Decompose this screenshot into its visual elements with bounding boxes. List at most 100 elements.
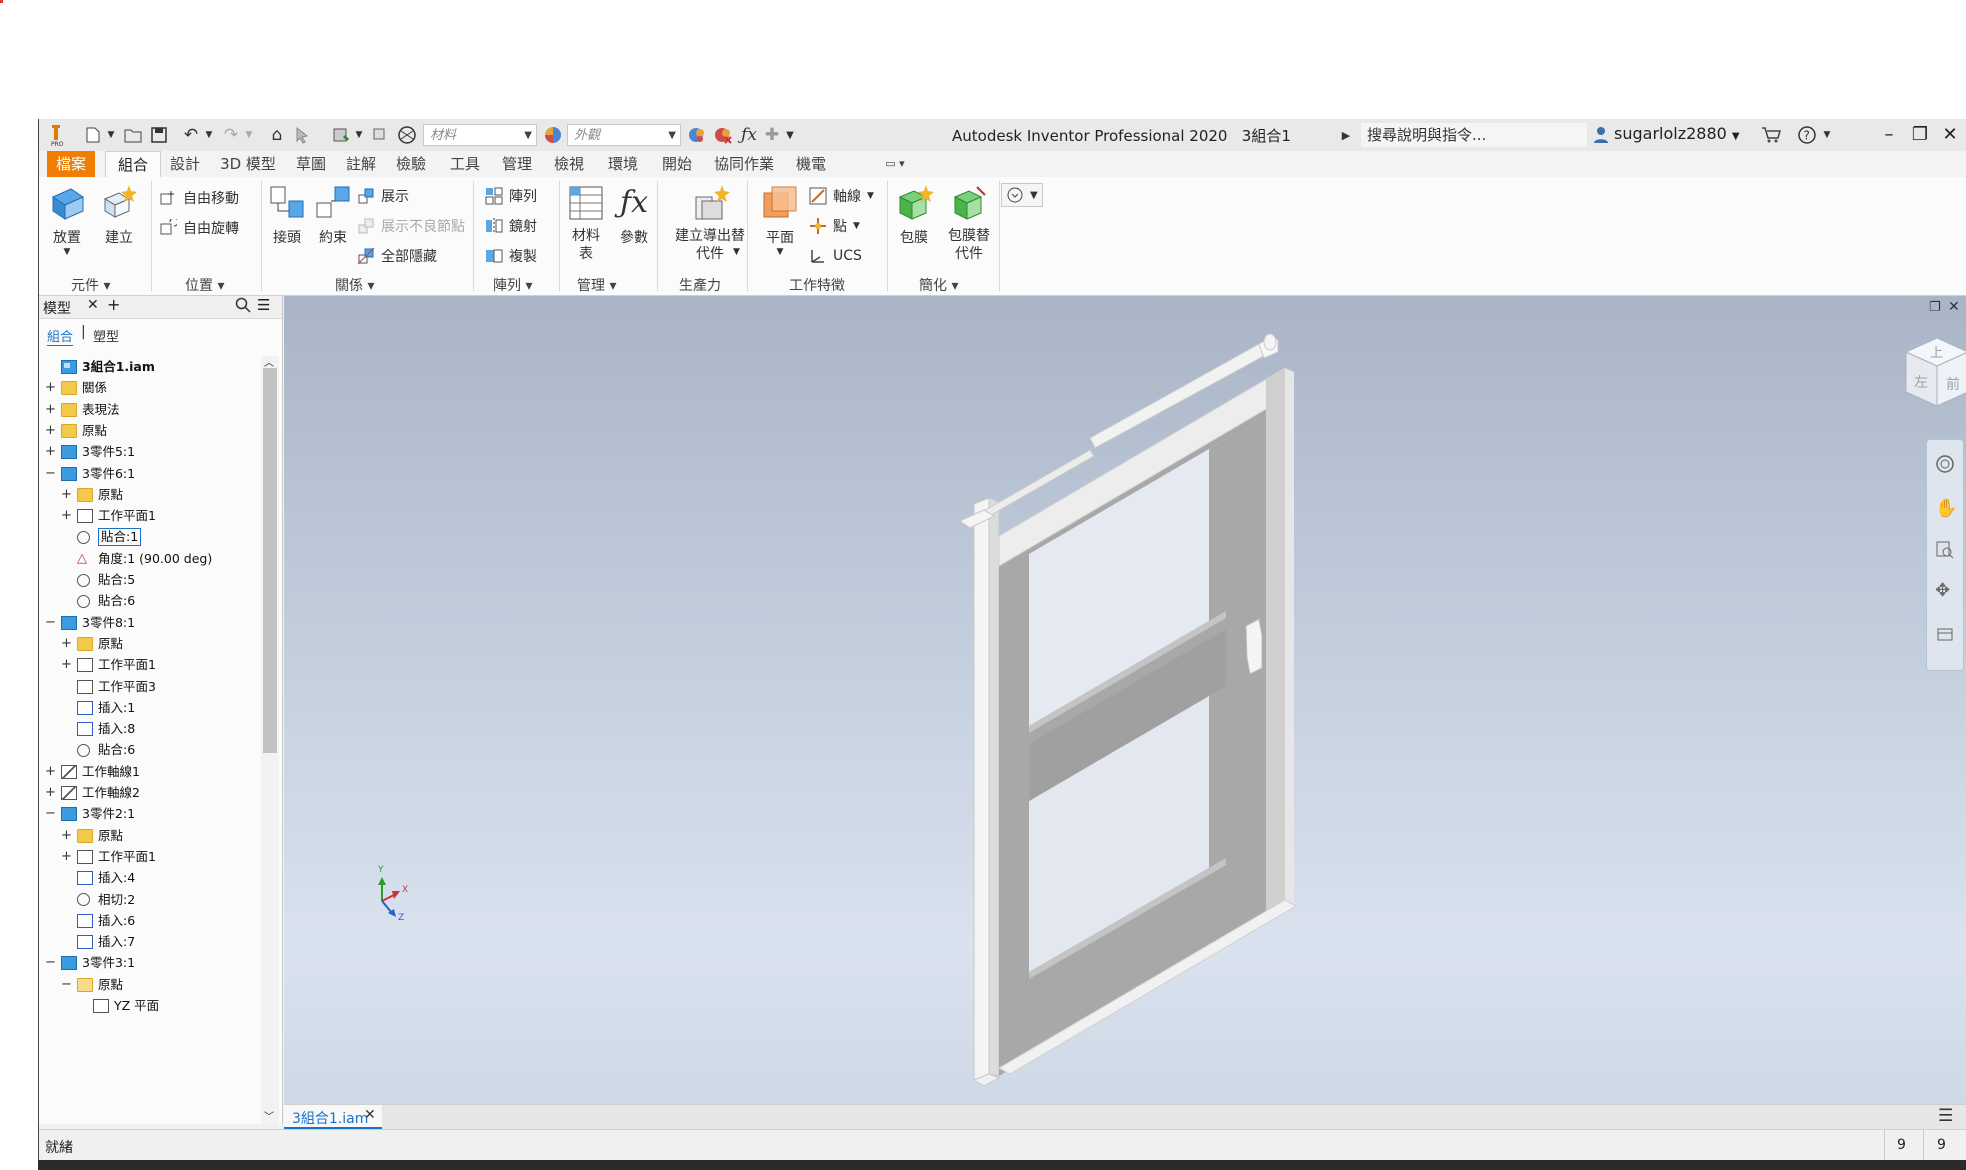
panel-title-position[interactable]: 位置 ▾ bbox=[185, 275, 224, 295]
tab-collaborate[interactable]: 協同作業 bbox=[709, 151, 779, 177]
tree-row[interactable]: 插入:6 bbox=[61, 910, 135, 932]
help-search-input[interactable]: 搜尋說明與指令... bbox=[1361, 123, 1587, 147]
tree-row[interactable]: 插入:4 bbox=[61, 867, 135, 889]
home-icon[interactable]: ⌂ bbox=[265, 123, 289, 147]
tree-row[interactable]: + 關係 bbox=[45, 377, 107, 399]
show-sick-button[interactable]: 展示不良節點 bbox=[357, 215, 465, 237]
constrain-button[interactable]: 約束 bbox=[311, 183, 355, 247]
panel-title-component[interactable]: 元件 ▾ bbox=[71, 275, 110, 295]
expand-toggle-icon[interactable]: + bbox=[45, 782, 56, 804]
expand-toggle-icon[interactable]: + bbox=[45, 761, 56, 783]
create-substitute-button[interactable]: 建立導出替代件 bbox=[667, 183, 753, 263]
expand-toggle-icon[interactable]: + bbox=[45, 377, 56, 399]
measure-icon[interactable] bbox=[369, 123, 393, 147]
tree-row[interactable]: + 工作平面1 bbox=[61, 654, 156, 676]
fx-icon[interactable]: ƒx bbox=[737, 123, 761, 147]
scroll-up-icon[interactable]: ︿ bbox=[264, 354, 274, 369]
browser-add-icon[interactable]: + bbox=[107, 295, 120, 314]
tree-row[interactable]: + 工作軸線2 bbox=[45, 782, 140, 804]
update-icon[interactable] bbox=[329, 123, 353, 147]
expand-toggle-icon[interactable]: − bbox=[45, 803, 56, 825]
material-icon[interactable] bbox=[395, 123, 419, 147]
graphics-viewport[interactable]: 上 前 左 Y X Z ❐ ✕ bbox=[284, 296, 1966, 1104]
browser-menu-icon[interactable]: ☰ bbox=[257, 296, 270, 314]
tree-row[interactable]: − 3零件2:1 bbox=[45, 803, 135, 825]
joint-button[interactable]: 接頭 bbox=[265, 183, 309, 247]
document-tab[interactable]: 3組合1.iam ✕ bbox=[284, 1105, 382, 1130]
select-icon[interactable] bbox=[291, 123, 315, 147]
username[interactable]: sugarlolz2880 ▼ bbox=[1614, 124, 1740, 143]
point-button[interactable]: 點 ▼ bbox=[809, 215, 860, 237]
tree-row[interactable]: + 原點 bbox=[61, 633, 123, 655]
tab-view[interactable]: 檢視 bbox=[547, 151, 591, 177]
shrinkwrap-substitute-button[interactable]: 包膜替代件 bbox=[939, 183, 999, 263]
tab-sketch[interactable]: 草圖 bbox=[289, 151, 333, 177]
browser-scroll-thumb[interactable] bbox=[263, 368, 277, 753]
steering-wheel-icon[interactable] bbox=[1935, 454, 1955, 478]
tree-row[interactable]: 3組合1.iam bbox=[45, 356, 155, 378]
pattern-button[interactable]: 陣列 bbox=[485, 185, 537, 207]
redo-dropdown-icon[interactable]: ▼ bbox=[243, 123, 255, 147]
browser-tab-modeling[interactable]: 塑型 bbox=[93, 326, 119, 345]
undo-icon[interactable]: ↶ bbox=[179, 123, 203, 147]
cart-icon[interactable] bbox=[1759, 123, 1783, 147]
clear-appearance-icon[interactable] bbox=[711, 123, 735, 147]
tab-design[interactable]: 設計 bbox=[163, 151, 207, 177]
expand-toggle-icon[interactable]: − bbox=[61, 974, 72, 996]
tab-inspect[interactable]: 檢驗 bbox=[389, 151, 433, 177]
shrinkwrap-button[interactable]: 包膜 bbox=[891, 183, 937, 247]
tree-row[interactable]: △ 角度:1 (90.00 deg) bbox=[61, 548, 212, 570]
panel-title-manage[interactable]: 管理 ▾ bbox=[577, 275, 616, 295]
viewport-close-icon[interactable]: ✕ bbox=[1948, 299, 1960, 315]
tree-row[interactable]: − 3零件6:1 bbox=[45, 463, 135, 485]
look-at-icon[interactable] bbox=[1935, 624, 1955, 648]
show-button[interactable]: 展示 bbox=[357, 185, 409, 207]
place-button[interactable]: 放置 ▼ bbox=[43, 183, 91, 257]
minimize-icon[interactable]: – bbox=[1874, 121, 1904, 149]
tab-get-started[interactable]: 開始 bbox=[655, 151, 699, 177]
adjust-appearance-icon[interactable] bbox=[685, 123, 709, 147]
expand-toggle-icon[interactable]: + bbox=[45, 399, 56, 421]
document-tabs-menu-icon[interactable]: ☰ bbox=[1938, 1106, 1953, 1126]
open-icon[interactable] bbox=[121, 123, 145, 147]
plus-icon[interactable]: ✚ bbox=[761, 123, 783, 147]
viewcube[interactable]: 上 前 左 bbox=[1902, 336, 1966, 410]
expand-toggle-icon[interactable]: + bbox=[61, 484, 72, 506]
browser-close-icon[interactable]: ✕ bbox=[87, 297, 99, 313]
close-icon[interactable]: ✕ bbox=[1935, 121, 1965, 149]
panel-title-productivity[interactable]: 生產力 bbox=[679, 275, 721, 295]
expand-toggle-icon[interactable]: − bbox=[45, 952, 56, 974]
tab-electromechanical[interactable]: 機電 bbox=[789, 151, 833, 177]
undo-dropdown-icon[interactable]: ▼ bbox=[203, 123, 215, 147]
ucs-button[interactable]: UCS bbox=[809, 245, 862, 267]
tree-row[interactable]: 相切:2 bbox=[61, 889, 135, 911]
copy-button[interactable]: 複製 bbox=[485, 245, 537, 267]
expand-toggle-icon[interactable]: + bbox=[61, 846, 72, 868]
tree-row[interactable]: + 原點 bbox=[45, 420, 107, 442]
axis-button[interactable]: 軸線 ▼ bbox=[809, 185, 874, 207]
expand-search-icon[interactable]: ▶ bbox=[1339, 123, 1353, 147]
expand-toggle-icon[interactable]: + bbox=[61, 654, 72, 676]
browser-search-icon[interactable] bbox=[235, 297, 251, 317]
tree-row[interactable]: 貼合:1 bbox=[61, 526, 142, 548]
bom-button[interactable]: 材料表 bbox=[563, 183, 609, 263]
hide-all-button[interactable]: 全部隱藏 bbox=[357, 245, 437, 267]
create-substitute-dropdown-icon[interactable]: ▼ bbox=[733, 241, 740, 263]
panel-title-relationships[interactable]: 關係 ▾ bbox=[335, 275, 374, 295]
tree-row[interactable]: 貼合:6 bbox=[61, 590, 135, 612]
ribbon-display-options-icon[interactable]: ▭ ▾ bbox=[877, 151, 913, 177]
expand-toggle-icon[interactable]: + bbox=[61, 633, 72, 655]
tree-row[interactable]: 插入:1 bbox=[61, 697, 135, 719]
browser-tab-assembly[interactable]: 組合 bbox=[47, 326, 74, 346]
tree-row[interactable]: 工作平面3 bbox=[61, 676, 156, 698]
viewcube-top-label[interactable]: 上 bbox=[1930, 342, 1943, 361]
tab-annotate[interactable]: 註解 bbox=[339, 151, 383, 177]
tree-row[interactable]: + 表現法 bbox=[45, 399, 120, 421]
new-dropdown-icon[interactable]: ▼ bbox=[105, 123, 117, 147]
appearance-combo[interactable]: 外觀 bbox=[567, 124, 681, 147]
appearance-icon[interactable] bbox=[541, 123, 565, 147]
customize-qa-icon[interactable]: ▼ bbox=[783, 123, 797, 147]
tree-row[interactable]: − 原點 bbox=[61, 974, 123, 996]
tab-file[interactable]: 檔案 bbox=[47, 151, 95, 177]
panel-title-work-features[interactable]: 工作特徵 bbox=[789, 275, 845, 295]
